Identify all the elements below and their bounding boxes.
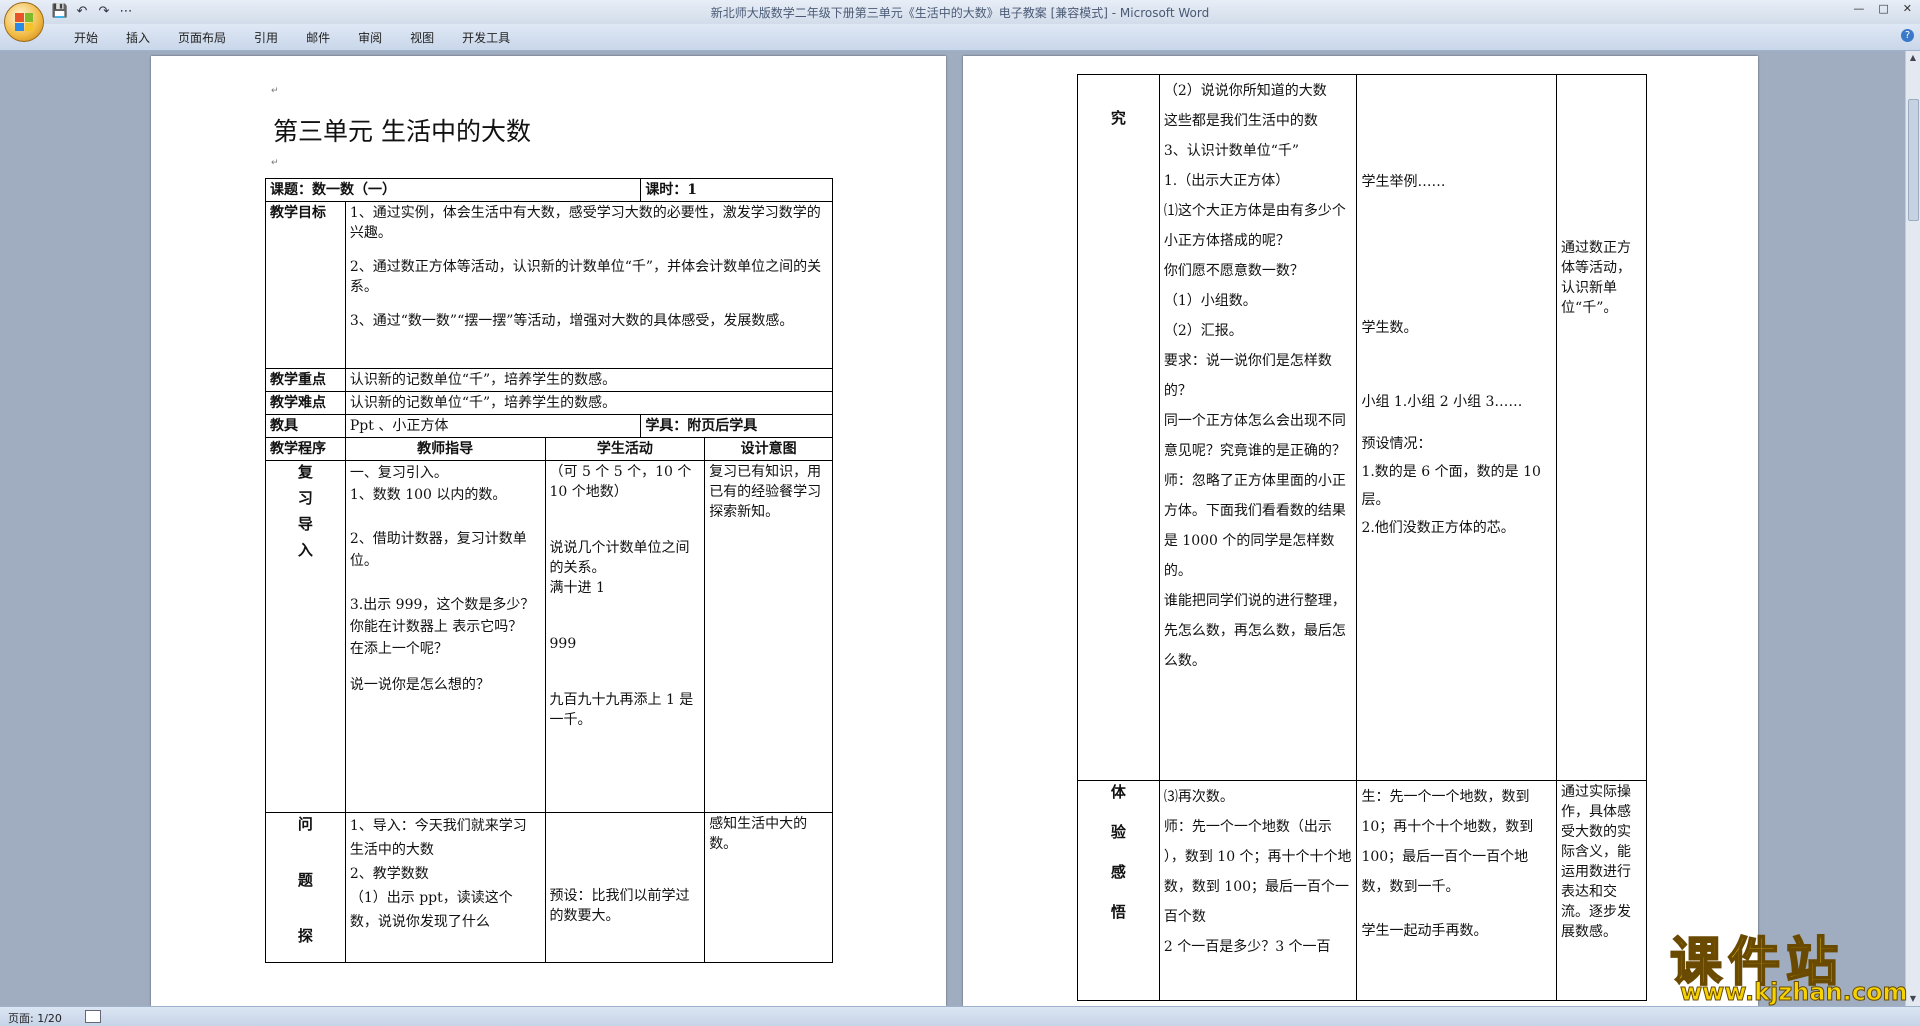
table-row: 问 题 探 1、导入：今天我们就来学习生活中的大数 2、教学数数 （1）出示 p… <box>265 812 833 963</box>
tab-mailings[interactable]: 邮件 <box>292 29 344 46</box>
close-button[interactable]: ✕ <box>1903 2 1912 15</box>
tab-developer[interactable]: 开发工具 <box>448 29 524 46</box>
page-heading: 第三单元 生活中的大数 <box>273 117 531 146</box>
section-label-review: 复习 导入 <box>265 460 346 813</box>
topic-cell: 课题：数一数（一） <box>264 178 642 202</box>
paragraph-mark-icon: ↵ <box>271 86 279 96</box>
goal-item: 1、通过实例，体会生活中有大数，感受学习大数的必要性，激发学习数学的兴趣。 <box>349 205 821 241</box>
scroll-up-icon[interactable]: ▲ <box>1908 53 1918 63</box>
header-student: 学生活动 <box>544 437 706 461</box>
tab-insert[interactable]: 插入 <box>112 29 164 46</box>
intent-cell: 通过数正方体等活动，认识新单位“千”。 <box>1556 74 1647 781</box>
table-row: 课题：数一数（一） 课时：1 <box>264 178 833 202</box>
office-button[interactable] <box>4 2 44 42</box>
section-label-explore: 问 题 探 <box>265 812 346 963</box>
tab-page-layout[interactable]: 页面布局 <box>164 29 240 46</box>
intent-cell: 复习已有知识，用已有的经验餐学习探索新知。 <box>704 460 833 813</box>
site-watermark: 课件站 www.kjzhan.com <box>1669 920 1910 1010</box>
lesson-plan-table-continued: 究 （2）说说你所知道的大数 这些都是我们生活中的数 3、认识计数单位“千” 1… <box>1077 74 1647 1001</box>
difficulty-label: 教学难点 <box>265 391 346 415</box>
intent-cell: 感知生活中大的数。 <box>704 812 833 963</box>
paragraph-mark-icon: ↵ <box>271 158 279 168</box>
table-row: 教学重点 认识新的记数单位“千”，培养学生的数感。 <box>265 368 834 392</box>
table-row: 复习 导入 一、复习引入。 1、数数 100 以内的数。 2、借助计数器，复习计… <box>265 460 833 813</box>
office-logo-icon <box>15 13 33 31</box>
goal-item: 2、通过数正方体等活动，认识新的计数单位“千”，并体会计数单位之间的关系。 <box>349 259 822 295</box>
title-bar: 💾 ↶ ↷ ⋯ 新北师大版数学二年级下册第三单元《生活中的大数》电子教案 [兼容… <box>0 0 1920 25</box>
header-procedure: 教学程序 <box>265 437 346 461</box>
study-tools-cell: 学具：附页后学具 <box>640 414 833 438</box>
student-cell: （可 5 个 5 个，10 个 10 个地数） 说说几个计数单位之间的关系。 满… <box>544 460 706 813</box>
proofing-status-icon[interactable] <box>85 1010 101 1023</box>
table-row: 教学目标 1、通过实例，体会生活中有大数，感受学习大数的必要性，激发学习数学的兴… <box>265 201 834 369</box>
scrollbar-thumb[interactable] <box>1908 99 1919 221</box>
intent-cell: 通过实际操作，具体感受大数的实际含义，能运用数进行表达和交流。逐步发展数感。 <box>1556 780 1647 1001</box>
document-page-2: 究 （2）说说你所知道的大数 这些都是我们生活中的数 3、认识计数单位“千” 1… <box>963 56 1758 1006</box>
teacher-cell: 1、导入：今天我们就来学习生活中的大数 2、教学数数 （1）出示 ppt，读读这… <box>344 812 546 963</box>
teacher-cell: （2）说说你所知道的大数 这些都是我们生活中的数 3、认识计数单位“千” 1.（… <box>1158 74 1358 781</box>
tools-cell: Ppt 、小正方体 <box>344 414 642 438</box>
difficulty-cell: 认识新的记数单位“千”，培养学生的数感。 <box>344 391 834 415</box>
goals-cell: 1、通过实例，体会生活中有大数，感受学习大数的必要性，激发学习数学的兴趣。 2、… <box>344 201 834 369</box>
table-row: 体 验 感 悟 ⑶再次数。 师：先一个一个地数（出示 ），数到 10 个；再十个… <box>1077 780 1647 1001</box>
table-row: 教学程序 教师指导 学生活动 设计意图 <box>265 437 833 461</box>
tab-review[interactable]: 审阅 <box>344 29 396 46</box>
section-label-experience: 体 验 感 悟 <box>1077 780 1160 1001</box>
minimize-button[interactable]: — <box>1853 2 1864 15</box>
watermark-url: www.kjzhan.com <box>1679 978 1908 1007</box>
table-row: 究 （2）说说你所知道的大数 这些都是我们生活中的数 3、认识计数单位“千” 1… <box>1077 74 1647 781</box>
vertical-scrollbar[interactable]: ▲ ▼ <box>1905 51 1920 1006</box>
hours-cell: 课时：1 <box>640 178 833 202</box>
lesson-plan-table: 课题：数一数（一） 课时：1 教学目标 1、通过实例，体会生活中有大数，感受学习… <box>264 178 834 963</box>
table-row: 教具 Ppt 、小正方体 学具：附页后学具 <box>265 414 833 438</box>
tab-references[interactable]: 引用 <box>240 29 292 46</box>
tools-label: 教具 <box>265 414 346 438</box>
tab-view[interactable]: 视图 <box>396 29 448 46</box>
ribbon-tabs: 开始 插入 页面布局 引用 邮件 审阅 视图 开发工具 ? <box>0 24 1920 51</box>
goals-label: 教学目标 <box>265 201 346 369</box>
goal-item: 3、通过“数一数”“摆一摆”等活动，增强对大数的具体感受，发展数感。 <box>349 313 794 329</box>
header-intent: 设计意图 <box>704 437 833 461</box>
page-count[interactable]: 页面: 1/20 <box>8 1010 62 1026</box>
table-row: 教学难点 认识新的记数单位“千”，培养学生的数感。 <box>265 391 834 415</box>
maximize-button[interactable]: □ <box>1878 2 1888 15</box>
status-bar: 页面: 1/20 <box>0 1006 1920 1026</box>
window-title: 新北师大版数学二年级下册第三单元《生活中的大数》电子教案 [兼容模式] - Mi… <box>710 6 1210 20</box>
student-cell: 生：先一个一个地数，数到 10；再十个十个地数，数到 100；最后一百个一百个地… <box>1356 780 1558 1001</box>
student-cell: 预设：比我们以前学过的数要大。 <box>544 812 706 963</box>
tab-home[interactable]: 开始 <box>60 29 112 46</box>
teacher-cell: ⑶再次数。 师：先一个一个地数（出示 ），数到 10 个；再十个十个地数，数到 … <box>1158 780 1358 1001</box>
section-label-explore-cont: 究 <box>1077 74 1160 781</box>
header-teacher: 教师指导 <box>344 437 546 461</box>
help-icon[interactable]: ? <box>1901 29 1914 42</box>
key-point-label: 教学重点 <box>265 368 346 392</box>
document-page-1: ↵ 第三单元 生活中的大数 ↵ 课题：数一数（一） 课时：1 教学目标 1、通过… <box>151 56 946 1006</box>
key-point-cell: 认识新的记数单位“千”，培养学生的数感。 <box>344 368 834 392</box>
student-cell: 学生举例…… 学生数。 小组 1.小组 2 小组 3…… 预设情况： 1.数的是… <box>1356 74 1558 781</box>
teacher-cell: 一、复习引入。 1、数数 100 以内的数。 2、借助计数器，复习计数单位。 3… <box>344 460 546 813</box>
